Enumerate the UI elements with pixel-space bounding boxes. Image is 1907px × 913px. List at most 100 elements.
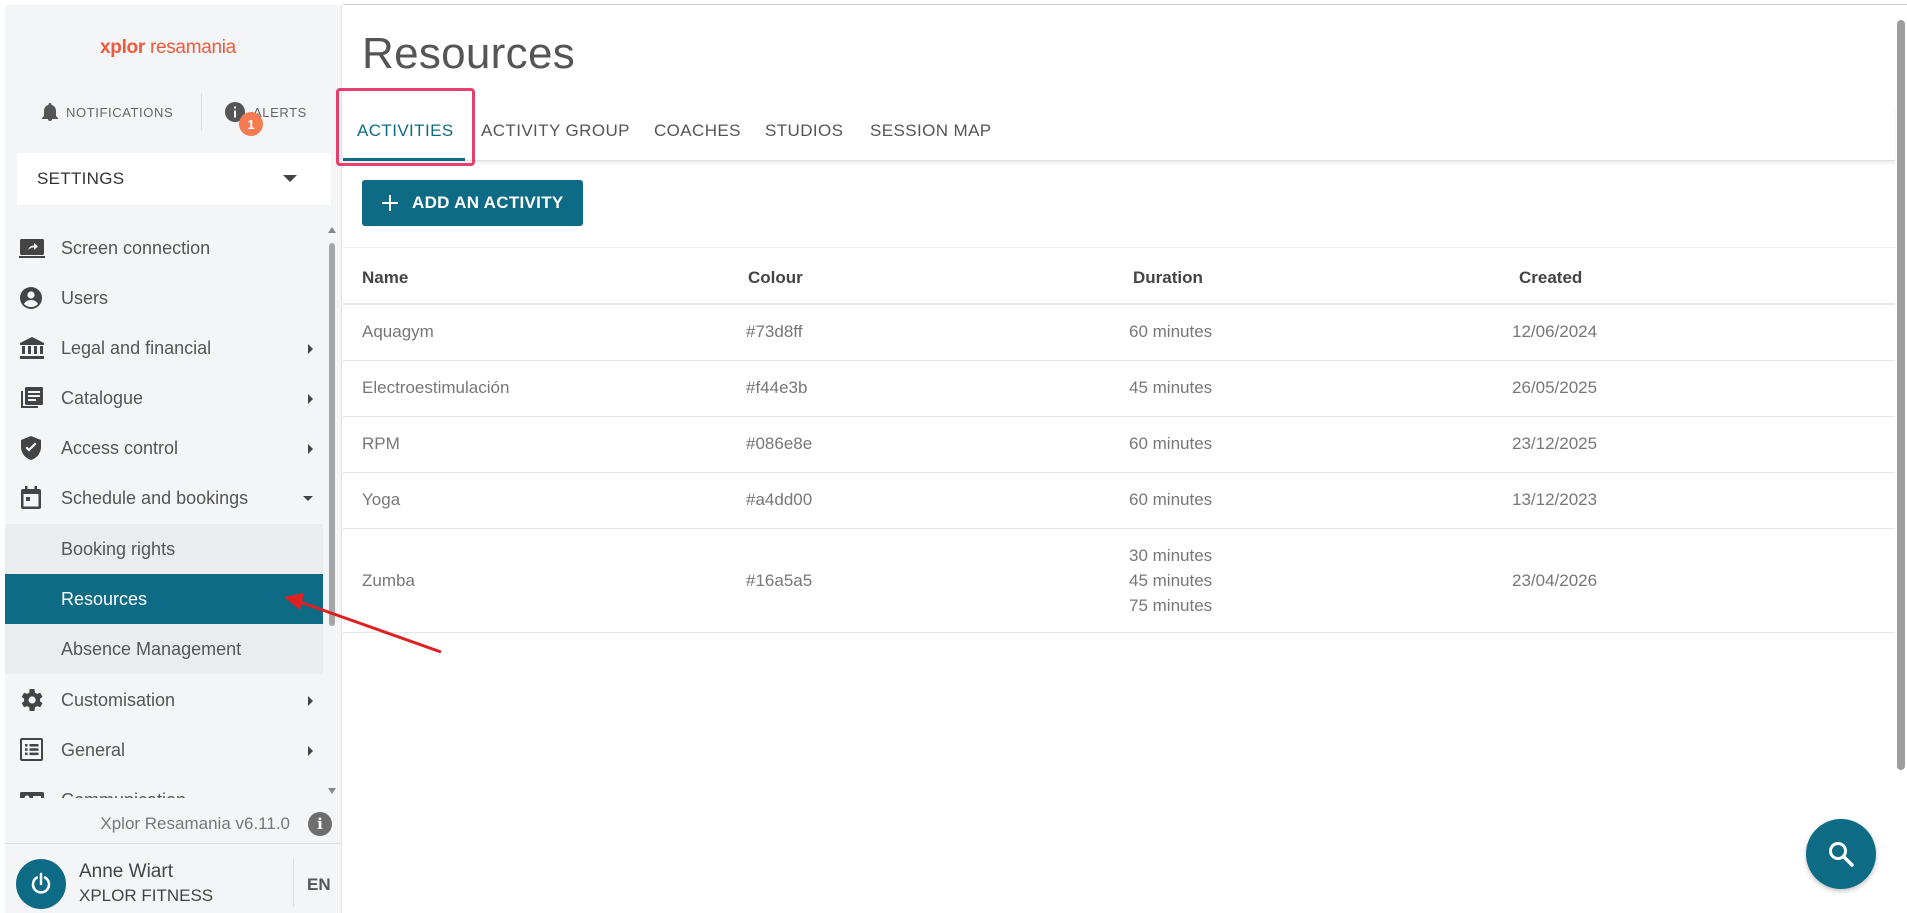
sidebar-item-screen-connection[interactable]: Screen connection xyxy=(5,223,323,273)
info-icon[interactable]: i xyxy=(308,812,332,836)
main-content: Resources ACTIVITIES ACTIVITY GROUP COAC… xyxy=(336,5,1895,913)
user-bar-divider xyxy=(293,859,294,907)
tab-session-map[interactable]: SESSION MAP xyxy=(870,121,992,141)
cell-duration: 60 minutes xyxy=(1129,434,1213,453)
cell-duration: 45 minutes xyxy=(1129,571,1213,590)
sidebar-subitem-label: Resources xyxy=(61,588,148,609)
user-circle-icon xyxy=(20,287,42,309)
xplor-resamania-logo[interactable]: xplor resamania xyxy=(100,37,236,59)
chevron-down-icon xyxy=(303,496,313,501)
chevron-right-icon xyxy=(308,746,313,756)
sidebar-item-access-control[interactable]: Access control xyxy=(5,423,323,473)
power-icon[interactable] xyxy=(16,859,66,909)
cell-created: 13/12/2023 xyxy=(1512,490,1598,509)
cell-duration: 30 minutes xyxy=(1129,546,1213,565)
search-fab-button[interactable] xyxy=(1806,819,1876,889)
table-row[interactable]: Yoga #a4dd00 60 minutes 13/12/2023 xyxy=(343,473,1895,529)
table-row[interactable]: Electroestimulación #f44e3b 45 minutes 2… xyxy=(343,361,1895,417)
sidebar-item-customisation[interactable]: Customisation xyxy=(5,675,323,725)
scroll-up-icon[interactable] xyxy=(328,227,336,233)
sidebar-item-schedule-bookings[interactable]: Schedule and bookings xyxy=(5,473,323,523)
bank-icon xyxy=(20,337,44,359)
power-glyph xyxy=(31,872,51,894)
sidebar: xplor resamania NOTIFICATIONS ALERTS 1 S… xyxy=(5,5,342,913)
cell-created: 23/04/2026 xyxy=(1512,571,1598,590)
table-row[interactable]: RPM #086e8e 60 minutes 23/12/2025 xyxy=(343,417,1895,473)
sidebar-item-communication[interactable]: Communication xyxy=(5,775,323,798)
logo-mark: xplor xyxy=(100,37,145,58)
top-buttons: NOTIFICATIONS ALERTS xyxy=(5,90,342,134)
column-header-created[interactable]: Created xyxy=(1519,268,1582,288)
sidebar-item-users[interactable]: Users xyxy=(5,273,323,323)
cell-duration: 45 minutes xyxy=(1129,378,1213,397)
column-header-colour[interactable]: Colour xyxy=(748,268,803,288)
user-name: Anne Wiart xyxy=(79,861,173,882)
sidebar-item-label: Schedule and bookings xyxy=(61,487,249,508)
sidebar-subitem-booking-rights[interactable]: Booking rights xyxy=(5,524,323,574)
page-scrollbar[interactable] xyxy=(1897,20,1905,770)
sidebar-item-label: Communication xyxy=(61,790,186,799)
tab-studios[interactable]: STUDIOS xyxy=(765,121,843,141)
tab-bar: ACTIVITIES ACTIVITY GROUP COACHES STUDIO… xyxy=(343,105,1895,161)
cell-colour: #f44e3b xyxy=(746,378,808,397)
sidebar-item-label: Catalogue xyxy=(61,387,144,408)
sidebar-item-catalogue[interactable]: Catalogue xyxy=(5,373,323,423)
cell-created: 12/06/2024 xyxy=(1512,322,1598,341)
sidebar-item-label: Legal and financial xyxy=(61,337,212,358)
add-activity-button[interactable]: ADD AN ACTIVITY xyxy=(362,180,583,226)
scroll-thumb[interactable] xyxy=(329,243,335,626)
cell-name: RPM xyxy=(362,434,400,453)
settings-dropdown[interactable]: SETTINGS xyxy=(17,153,331,205)
sidebar-item-legal-financial[interactable]: Legal and financial xyxy=(5,323,323,373)
column-header-duration[interactable]: Duration xyxy=(1133,268,1203,288)
cell-duration: 60 minutes xyxy=(1129,322,1213,341)
sidebar-subitem-resources[interactable]: Resources xyxy=(5,574,323,624)
language-switch[interactable]: EN xyxy=(307,875,331,895)
sidebar-item-label: Screen connection xyxy=(61,237,211,258)
notifications-button[interactable]: NOTIFICATIONS xyxy=(42,90,173,134)
version-text: Xplor Resamania v6.11.0 xyxy=(100,814,290,833)
sidebar-item-label: General xyxy=(61,739,126,760)
page-title: Resources xyxy=(362,29,576,78)
search-icon xyxy=(1829,842,1854,867)
cell-colour: #16a5a5 xyxy=(746,571,813,590)
column-header-name[interactable]: Name xyxy=(362,268,408,288)
gear-icon xyxy=(21,689,43,711)
cell-colour: #086e8e xyxy=(746,434,813,453)
list-icon xyxy=(20,738,43,761)
sidebar-subitem-label: Booking rights xyxy=(61,538,176,559)
cell-created: 23/12/2025 xyxy=(1512,434,1598,453)
contact-card-icon xyxy=(20,792,44,798)
cell-created: 26/05/2025 xyxy=(1512,378,1598,397)
sidebar-item-label: Customisation xyxy=(61,689,176,710)
cell-name: Aquagym xyxy=(362,322,434,341)
sidebar-subitem-absence-management[interactable]: Absence Management xyxy=(5,624,323,674)
chevron-right-icon xyxy=(308,344,313,354)
annotation-highlight-box xyxy=(336,88,475,166)
logo-name: resamania xyxy=(149,37,236,58)
settings-dropdown-value: SETTINGS xyxy=(37,169,125,188)
sidebar-subitem-label: Absence Management xyxy=(61,638,242,659)
plus-icon xyxy=(380,193,400,213)
sidebar-scrollbar[interactable] xyxy=(327,223,337,798)
tab-coaches[interactable]: COACHES xyxy=(654,121,741,141)
screen-share-icon xyxy=(19,239,45,258)
user-organisation: XPLOR FITNESS xyxy=(79,886,214,905)
table-row[interactable]: Aquagym #73d8ff 60 minutes 12/06/2024 xyxy=(343,305,1895,361)
bell-icon xyxy=(42,103,58,121)
sidebar-item-general[interactable]: General xyxy=(5,725,323,775)
cell-colour: #73d8ff xyxy=(746,322,803,341)
version-bar: Xplor Resamania v6.11.0 i xyxy=(5,805,342,841)
alerts-button[interactable]: ALERTS xyxy=(225,90,307,134)
alerts-count-badge: 1 xyxy=(239,112,263,136)
table-row[interactable]: Zumba #16a5a5 30 minutes 45 minutes 75 m… xyxy=(343,529,1895,633)
shield-check-icon xyxy=(21,436,41,460)
scroll-down-icon[interactable] xyxy=(328,788,336,794)
cell-name: Zumba xyxy=(362,571,415,590)
cell-duration: 60 minutes xyxy=(1129,490,1213,509)
cell-name: Electroestimulación xyxy=(362,378,510,397)
cell-name: Yoga xyxy=(362,490,401,509)
tab-activity-group[interactable]: ACTIVITY GROUP xyxy=(481,121,630,141)
caret-down-icon xyxy=(283,175,297,182)
add-activity-label: ADD AN ACTIVITY xyxy=(412,193,564,212)
